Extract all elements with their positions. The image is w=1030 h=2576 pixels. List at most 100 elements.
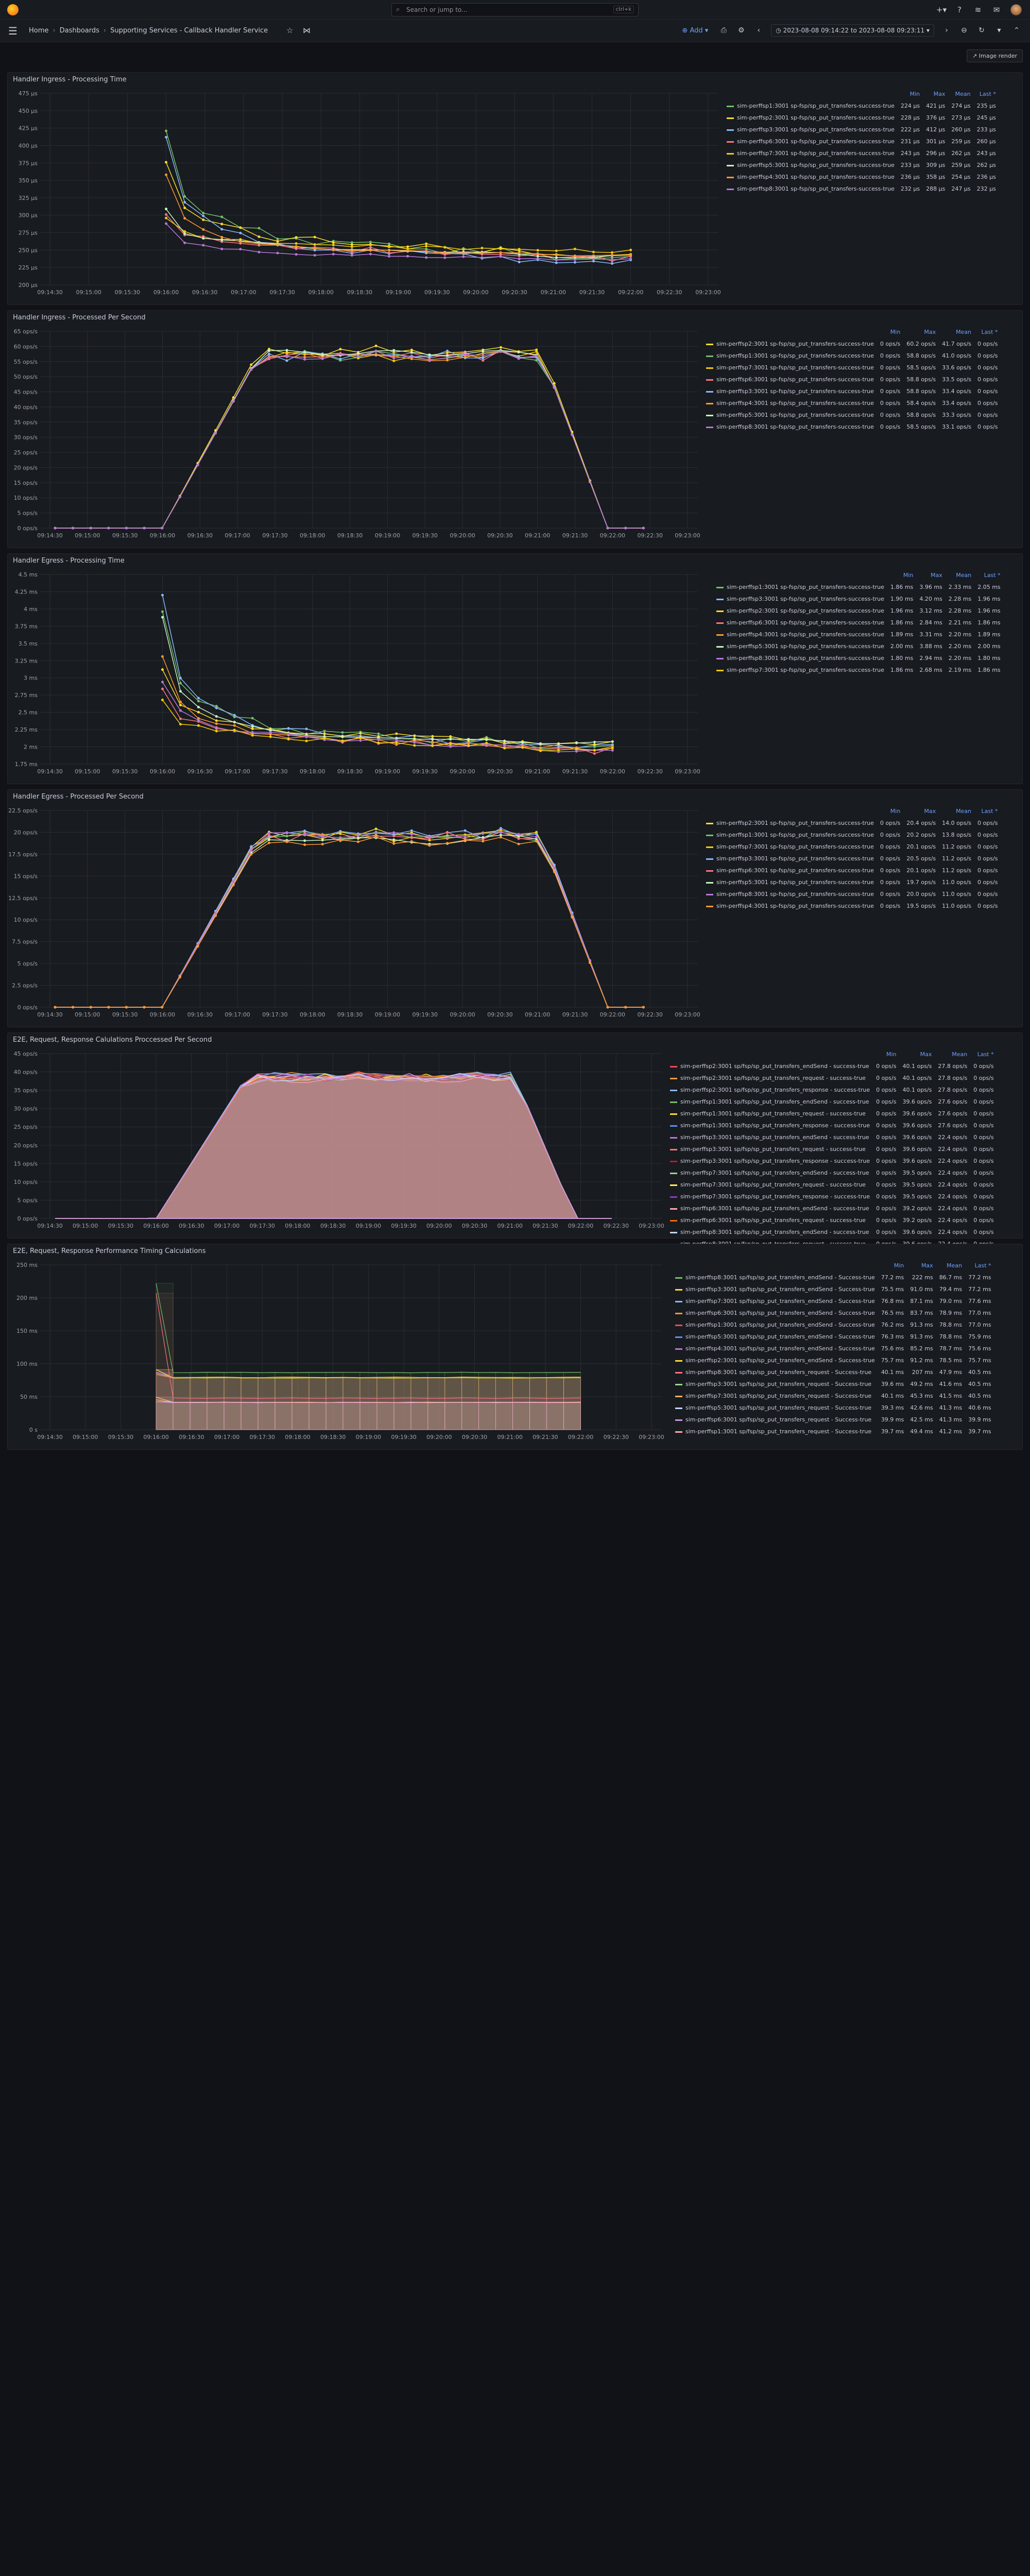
legend-series-name[interactable]: sim-perffsp5:3001 sp-fsp/sp_put_transfer… bbox=[724, 159, 898, 171]
legend-series-name[interactable]: sim-perffsp3:3001 sp/fsp/sp_put_transfer… bbox=[667, 1155, 873, 1167]
legend-series-name[interactable]: sim-perffsp2:3001 sp-fsp/sp_put_transfer… bbox=[713, 605, 887, 617]
legend-series-name[interactable]: sim-perffsp6:3001 sp/fsp/sp_put_transfer… bbox=[672, 1414, 878, 1426]
series-line[interactable] bbox=[55, 350, 644, 529]
avatar[interactable] bbox=[1010, 4, 1022, 15]
legend-header-max[interactable]: Max bbox=[899, 1048, 935, 1060]
legend-header-max[interactable]: Max bbox=[907, 1260, 936, 1272]
series-line[interactable] bbox=[55, 827, 644, 1008]
legend-row[interactable]: sim-perffsp5:3001 sp/fsp/sp_put_transfer… bbox=[672, 1402, 994, 1414]
legend-row[interactable]: sim-perffsp1:3001 sp/fsp/sp_put_transfer… bbox=[672, 1319, 994, 1331]
legend-row[interactable]: sim-perffsp3:3001 sp/fsp/sp_put_transfer… bbox=[667, 1131, 997, 1143]
legend-series-name[interactable]: sim-perffsp7:3001 sp/fsp/sp_put_transfer… bbox=[672, 1390, 878, 1402]
legend-series-name[interactable]: sim-perffsp1:3001 sp-fsp/sp_put_transfer… bbox=[703, 829, 877, 841]
legend-header-min[interactable]: Min bbox=[873, 1048, 899, 1060]
legend-series-name[interactable]: sim-perffsp2:3001 sp/fsp/sp_put_transfer… bbox=[667, 1084, 873, 1096]
legend-series-name[interactable]: sim-perffsp3:3001 sp-fsp/sp_put_transfer… bbox=[724, 124, 898, 135]
menu-icon[interactable]: ☰ bbox=[8, 25, 18, 37]
legend-row[interactable]: sim-perffsp4:3001 sp-fsp/sp_put_transfer… bbox=[703, 900, 1001, 912]
legend-row[interactable]: sim-perffsp4:3001 sp/fsp/sp_put_transfer… bbox=[672, 1343, 994, 1354]
legend-row[interactable]: sim-perffsp3:3001 sp-fsp/sp_put_transfer… bbox=[713, 593, 1004, 605]
legend-header-last[interactable]: Last * bbox=[974, 88, 999, 100]
legend-row[interactable]: sim-perffsp1:3001 sp-fsp/sp_put_transfer… bbox=[703, 829, 1001, 841]
legend-row[interactable]: sim-perffsp7:3001 sp-fsp/sp_put_transfer… bbox=[713, 664, 1004, 676]
legend-series-name[interactable]: sim-perffsp7:3001 sp-fsp/sp_put_transfer… bbox=[703, 841, 877, 853]
legend-row[interactable]: sim-perffsp8:3001 sp-fsp/sp_put_transfer… bbox=[703, 888, 1001, 900]
legend-series-name[interactable]: sim-perffsp4:3001 sp-fsp/sp_put_transfer… bbox=[703, 397, 877, 409]
series-line[interactable] bbox=[55, 835, 644, 1008]
legend-header-mean[interactable]: Mean bbox=[946, 569, 974, 581]
legend-row[interactable]: sim-perffsp5:3001 sp-fsp/sp_put_transfer… bbox=[703, 409, 1001, 421]
legend-series-name[interactable]: sim-perffsp5:3001 sp/fsp/sp_put_transfer… bbox=[672, 1402, 878, 1414]
legend-header-mean[interactable]: Mean bbox=[939, 805, 974, 817]
legend-series-name[interactable]: sim-perffsp2:3001 sp-fsp/sp_put_transfer… bbox=[703, 338, 877, 350]
legend-row[interactable]: sim-perffsp8:3001 sp-fsp/sp_put_transfer… bbox=[724, 183, 999, 195]
legend-row[interactable]: sim-perffsp1:3001 sp/fsp/sp_put_transfer… bbox=[667, 1096, 997, 1108]
legend-series-name[interactable]: sim-perffsp1:3001 sp/fsp/sp_put_transfer… bbox=[667, 1120, 873, 1131]
legend-series-name[interactable]: sim-perffsp6:3001 sp-fsp/sp_put_transfer… bbox=[713, 617, 887, 629]
legend-row[interactable]: sim-perffsp1:3001 sp/fsp/sp_put_transfer… bbox=[667, 1108, 997, 1120]
legend-series-name[interactable]: sim-perffsp8:3001 sp/fsp/sp_put_transfer… bbox=[672, 1366, 878, 1378]
save-icon[interactable]: ⎙ bbox=[718, 26, 729, 35]
legend-series-name[interactable]: sim-perffsp6:3001 sp-fsp/sp_put_transfer… bbox=[703, 865, 877, 876]
legend-row[interactable]: sim-perffsp6:3001 sp-fsp/sp_put_transfer… bbox=[703, 374, 1001, 385]
legend-header-max[interactable]: Max bbox=[903, 326, 939, 338]
legend-row[interactable]: sim-perffsp6:3001 sp/fsp/sp_put_transfer… bbox=[672, 1307, 994, 1319]
legend-row[interactable]: sim-perffsp2:3001 sp-fsp/sp_put_transfer… bbox=[703, 817, 1001, 829]
legend-series-name[interactable]: sim-perffsp4:3001 sp-fsp/sp_put_transfer… bbox=[713, 629, 887, 640]
legend-row[interactable]: sim-perffsp8:3001 sp-fsp/sp_put_transfer… bbox=[713, 652, 1004, 664]
legend-row[interactable]: sim-perffsp6:3001 sp-fsp/sp_put_transfer… bbox=[703, 865, 1001, 876]
legend-row[interactable]: sim-perffsp6:3001 sp-fsp/sp_put_transfer… bbox=[713, 617, 1004, 629]
legend-series-name[interactable]: sim-perffsp5:3001 sp-fsp/sp_put_transfer… bbox=[713, 640, 887, 652]
legend-series-name[interactable]: sim-perffsp3:3001 sp/fsp/sp_put_transfer… bbox=[672, 1283, 878, 1295]
legend-row[interactable]: sim-perffsp3:3001 sp-fsp/sp_put_transfer… bbox=[724, 124, 999, 135]
grafana-logo-icon[interactable] bbox=[7, 4, 19, 15]
legend-row[interactable]: sim-perffsp2:3001 sp/fsp/sp_put_transfer… bbox=[667, 1060, 997, 1072]
legend-series-name[interactable]: sim-perffsp5:3001 sp/fsp/sp_put_transfer… bbox=[672, 1331, 878, 1343]
legend-series-name[interactable]: sim-perffsp3:3001 sp/fsp/sp_put_transfer… bbox=[672, 1378, 878, 1390]
chevron-right-icon[interactable]: › bbox=[941, 26, 952, 35]
gear-icon[interactable]: ⚙ bbox=[736, 26, 746, 35]
legend-series-name[interactable]: sim-perffsp7:3001 sp/fsp/sp_put_transfer… bbox=[667, 1167, 873, 1179]
legend-row[interactable]: sim-perffsp7:3001 sp/fsp/sp_put_transfer… bbox=[667, 1191, 997, 1202]
legend-row[interactable]: sim-perffsp7:3001 sp/fsp/sp_put_transfer… bbox=[672, 1295, 994, 1307]
series-line[interactable] bbox=[55, 350, 644, 529]
series-line[interactable] bbox=[55, 345, 644, 529]
panel-2[interactable]: Handler Ingress - Processed Per Second 65… bbox=[7, 310, 1023, 548]
legend-row[interactable]: sim-perffsp4:3001 sp-fsp/sp_put_transfer… bbox=[713, 629, 1004, 640]
legend-header-max[interactable]: Max bbox=[916, 569, 945, 581]
legend-header-last[interactable]: Last * bbox=[974, 569, 1003, 581]
collapse-icon[interactable]: ⌃ bbox=[1011, 26, 1022, 35]
legend-header-max[interactable]: Max bbox=[923, 88, 948, 100]
legend-row[interactable]: sim-perffsp5:3001 sp/fsp/sp_put_transfer… bbox=[672, 1331, 994, 1343]
legend-header-mean[interactable]: Mean bbox=[936, 1260, 965, 1272]
legend-series-name[interactable]: sim-perffsp8:3001 sp-fsp/sp_put_transfer… bbox=[713, 652, 887, 664]
series-line[interactable] bbox=[55, 350, 644, 529]
rss-icon[interactable]: ≋ bbox=[973, 5, 983, 14]
legend-row[interactable]: sim-perffsp1:3001 sp/fsp/sp_put_transfer… bbox=[667, 1120, 997, 1131]
series-line[interactable] bbox=[55, 351, 644, 529]
legend-row[interactable]: sim-perffsp1:3001 sp/fsp/sp_put_transfer… bbox=[672, 1426, 994, 1437]
zoom-out-icon[interactable]: ⊖ bbox=[959, 26, 969, 35]
legend-row[interactable]: sim-perffsp3:3001 sp-fsp/sp_put_transfer… bbox=[703, 385, 1001, 397]
plus-icon[interactable]: +▾ bbox=[936, 5, 947, 14]
legend-series-name[interactable]: sim-perffsp5:3001 sp-fsp/sp_put_transfer… bbox=[703, 876, 877, 888]
legend-row[interactable]: sim-perffsp5:3001 sp-fsp/sp_put_transfer… bbox=[713, 640, 1004, 652]
legend-row[interactable]: sim-perffsp6:3001 sp/fsp/sp_put_transfer… bbox=[667, 1202, 997, 1214]
chevron-left-icon[interactable]: ‹ bbox=[753, 26, 764, 35]
legend-series-name[interactable]: sim-perffsp8:3001 sp/fsp/sp_put_transfer… bbox=[672, 1272, 878, 1283]
legend-series-name[interactable]: sim-perffsp7:3001 sp/fsp/sp_put_transfer… bbox=[667, 1191, 873, 1202]
legend-series-name[interactable]: sim-perffsp6:3001 sp-fsp/sp_put_transfer… bbox=[724, 135, 898, 147]
legend-row[interactable]: sim-perffsp4:3001 sp-fsp/sp_put_transfer… bbox=[724, 171, 999, 183]
legend-series-name[interactable]: sim-perffsp5:3001 sp-fsp/sp_put_transfer… bbox=[703, 409, 877, 421]
legend-row[interactable]: sim-perffsp3:3001 sp/fsp/sp_put_transfer… bbox=[672, 1283, 994, 1295]
legend-series-name[interactable]: sim-perffsp2:3001 sp-fsp/sp_put_transfer… bbox=[724, 112, 898, 124]
series-line[interactable] bbox=[55, 831, 644, 1008]
legend-series-name[interactable]: sim-perffsp7:3001 sp-fsp/sp_put_transfer… bbox=[703, 362, 877, 374]
panel-3[interactable]: Handler Egress - Processing Time 4.5 ms 4.… bbox=[7, 553, 1023, 784]
series-line[interactable] bbox=[55, 836, 644, 1008]
legend-row[interactable]: sim-perffsp5:3001 sp-fsp/sp_put_transfer… bbox=[724, 159, 999, 171]
legend-series-name[interactable]: sim-perffsp4:3001 sp-fsp/sp_put_transfer… bbox=[724, 171, 898, 183]
legend-row[interactable]: sim-perffsp7:3001 sp/fsp/sp_put_transfer… bbox=[672, 1390, 994, 1402]
legend-row[interactable]: sim-perffsp2:3001 sp/fsp/sp_put_transfer… bbox=[667, 1084, 997, 1096]
legend-series-name[interactable]: sim-perffsp7:3001 sp-fsp/sp_put_transfer… bbox=[724, 147, 898, 159]
